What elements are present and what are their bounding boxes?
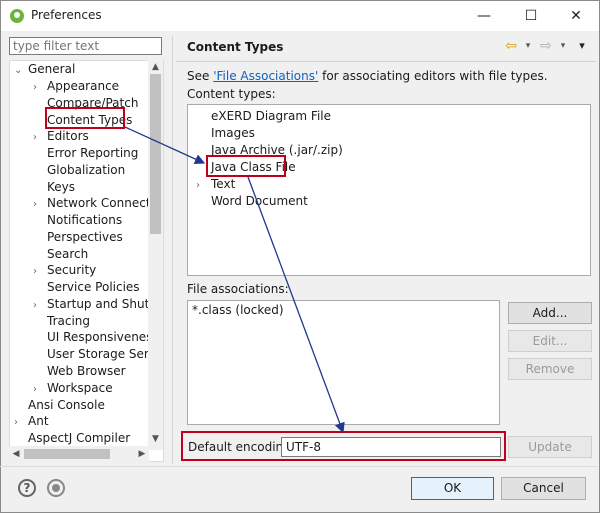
tree-item-network-connection[interactable]: › Network Connection <box>33 195 163 213</box>
chevron-right-icon[interactable]: › <box>33 298 47 314</box>
scroll-right-icon[interactable]: ▶ <box>135 446 149 462</box>
highlight-box-default-encoding <box>181 431 506 461</box>
help-icon[interactable]: ? <box>18 479 36 497</box>
back-arrow-icon[interactable]: ⇦ <box>504 39 518 53</box>
highlight-box-java-class-file <box>206 155 286 177</box>
highlight-box-content-types <box>45 107 125 129</box>
content-type-text[interactable]: › Text <box>196 176 235 192</box>
tree-item-ui-responsiveness[interactable]: UI Responsiveness M <box>47 329 163 345</box>
maximize-button[interactable]: ☐ <box>508 1 554 31</box>
chevron-down-icon[interactable]: ⌄ <box>14 63 28 79</box>
file-association-item[interactable]: *.class (locked) <box>192 303 284 317</box>
import-export-inner-icon <box>52 484 60 492</box>
tree-item-startup-shutdown[interactable]: › Startup and Shutdo <box>33 296 163 314</box>
header-divider <box>176 61 596 62</box>
page-title: Content Types <box>187 40 284 54</box>
tree-item-service-policies[interactable]: Service Policies <box>47 279 140 295</box>
chevron-right-icon[interactable]: › <box>33 130 47 146</box>
tree-vertical-scrollbar[interactable]: ▲ ▼ <box>148 60 163 450</box>
tree-item-search[interactable]: Search <box>47 246 88 262</box>
tree-item-web-browser[interactable]: Web Browser <box>47 363 126 379</box>
chevron-right-icon[interactable]: › <box>33 197 47 213</box>
tree-item-workspace[interactable]: › Workspace <box>33 380 113 396</box>
content-type-exerd[interactable]: eXERD Diagram File <box>211 108 331 124</box>
content-type-word-document[interactable]: Word Document <box>211 193 308 209</box>
add-button[interactable]: Add... <box>508 302 592 324</box>
forward-arrow-icon[interactable]: ⇨ <box>539 39 553 53</box>
file-associations-link[interactable]: 'File Associations' <box>213 69 318 83</box>
tree-item-user-storage[interactable]: User Storage Servic <box>47 346 163 362</box>
title-bar: Preferences — ☐ ✕ <box>1 1 599 31</box>
update-button[interactable]: Update <box>508 436 592 458</box>
cancel-button[interactable]: Cancel <box>501 477 586 500</box>
tree-item-globalization[interactable]: Globalization <box>47 162 125 178</box>
scroll-down-icon[interactable]: ▼ <box>148 432 163 446</box>
view-menu-icon[interactable]: ▾ <box>575 39 589 53</box>
minimize-button[interactable]: — <box>461 1 507 31</box>
tree-item-error-reporting[interactable]: Error Reporting <box>47 145 138 161</box>
tree-item-security[interactable]: › Security <box>33 262 96 278</box>
scroll-left-icon[interactable]: ◀ <box>9 446 23 462</box>
chevron-right-icon[interactable]: › <box>33 382 47 398</box>
tree-item-ant[interactable]: › Ant <box>14 413 49 429</box>
edit-button[interactable]: Edit... <box>508 330 592 352</box>
tree-item-editors[interactable]: › Editors <box>33 128 89 144</box>
filter-input[interactable] <box>9 37 162 55</box>
chevron-right-icon[interactable]: › <box>14 415 28 431</box>
tree-item-tracing[interactable]: Tracing <box>47 313 90 329</box>
content-types-label: Content types: <box>187 87 276 101</box>
chevron-right-icon[interactable]: › <box>33 80 47 96</box>
close-button[interactable]: ✕ <box>553 1 599 31</box>
chevron-right-icon[interactable]: › <box>33 264 47 280</box>
file-associations-list: *.class (locked) <box>187 300 500 425</box>
back-dropdown-icon[interactable]: ▾ <box>521 39 535 53</box>
tree-item-notifications[interactable]: Notifications <box>47 212 122 228</box>
tree-item-ansi-console[interactable]: Ansi Console <box>28 397 105 413</box>
content-type-images[interactable]: Images <box>211 125 255 141</box>
scroll-thumb-horizontal[interactable] <box>24 449 110 459</box>
file-associations-hint: See 'File Associations' for associating … <box>187 69 548 83</box>
forward-dropdown-icon[interactable]: ▾ <box>556 39 570 53</box>
chevron-right-icon[interactable]: › <box>196 178 211 194</box>
remove-button[interactable]: Remove <box>508 358 592 380</box>
content-types-tree: eXERD Diagram File Images Java Archive (… <box>187 104 591 276</box>
ok-button[interactable]: OK <box>411 477 494 500</box>
scroll-up-icon[interactable]: ▲ <box>148 60 163 74</box>
tree-item-aspectj-compiler[interactable]: AspectJ Compiler <box>28 430 130 446</box>
tree-item-perspectives[interactable]: Perspectives <box>47 229 123 245</box>
panel-divider[interactable] <box>172 36 173 464</box>
tree-horizontal-scrollbar[interactable]: ◀ ▶ <box>9 446 149 462</box>
footer-divider <box>0 466 598 467</box>
tree-item-general[interactable]: ⌄ General <box>14 61 75 77</box>
window-title: Preferences <box>31 8 102 22</box>
tree-item-appearance[interactable]: › Appearance <box>33 78 119 94</box>
scroll-thumb[interactable] <box>150 74 161 234</box>
eclipse-app-icon <box>10 9 24 23</box>
import-export-icon[interactable] <box>47 479 65 497</box>
file-associations-label: File associations: <box>187 282 289 296</box>
tree-item-keys[interactable]: Keys <box>47 179 75 195</box>
